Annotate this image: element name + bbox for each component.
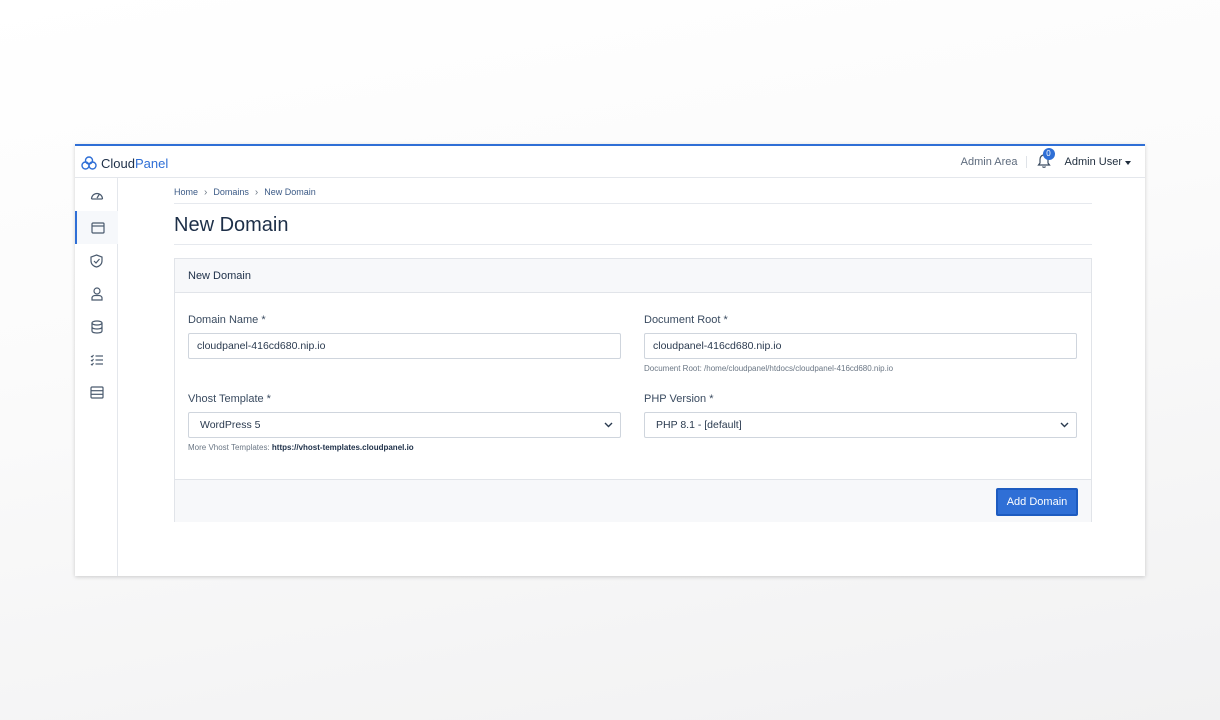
- chevron-right-icon: ›: [254, 186, 259, 198]
- user-menu-label: Admin User: [1064, 156, 1122, 168]
- new-domain-card: New Domain Domain Name * cloudpanel-416c…: [174, 258, 1092, 522]
- databases-icon: [90, 319, 103, 334]
- vhost-help-text: More Vhost Templates:: [188, 443, 270, 452]
- admin-area-link[interactable]: Admin Area: [961, 156, 1027, 168]
- app-window: CloudPanel Admin Area 0 Admin User Home …: [75, 144, 1145, 576]
- topbar-right: Admin Area 0 Admin User: [961, 148, 1131, 172]
- vhost-template-select[interactable]: WordPress 5: [188, 412, 621, 438]
- notifications-button[interactable]: 0: [1036, 148, 1055, 171]
- document-root-label: Document Root *: [644, 314, 728, 326]
- php-version-value: PHP 8.1 - [default]: [656, 419, 742, 431]
- logo-text-panel: Panel: [134, 155, 169, 171]
- logo-text-cloud: Cloud: [101, 155, 135, 171]
- cloud-logo-icon: [81, 156, 97, 170]
- sites-window-icon: [90, 221, 105, 234]
- breadcrumb: Home › Domains › New Domain: [174, 185, 316, 199]
- notification-badge: 0: [1042, 148, 1055, 160]
- domain-name-input[interactable]: cloudpanel-416cd680.nip.io: [188, 333, 621, 359]
- document-root-help: Document Root: /home/cloudpanel/htdocs/c…: [644, 364, 894, 373]
- vhost-template-value: WordPress 5: [200, 419, 261, 431]
- vhost-template-label: Vhost Template *: [188, 393, 271, 405]
- caret-down-icon: [1125, 160, 1131, 165]
- vhost-template-help: More Vhost Templates: https://vhost-temp…: [188, 443, 414, 452]
- page-title: New Domain: [174, 214, 289, 236]
- sidebar-item-dashboard[interactable]: [75, 178, 118, 211]
- topbar: CloudPanel Admin Area 0 Admin User: [75, 146, 1145, 178]
- divider: [174, 203, 1092, 204]
- sidebar: [75, 178, 118, 576]
- dashboard-gauge-icon: [90, 192, 103, 200]
- chevron-down-icon: [1060, 422, 1069, 428]
- php-version-label: PHP Version *: [644, 393, 714, 405]
- card-title: New Domain: [175, 259, 1091, 293]
- user-menu-button[interactable]: Admin User: [1065, 156, 1131, 168]
- sidebar-item-sites[interactable]: [75, 211, 118, 244]
- cloudpanel-logo[interactable]: CloudPanel: [81, 154, 168, 172]
- document-root-input[interactable]: cloudpanel-416cd680.nip.io: [644, 333, 1077, 359]
- server-storage-icon: [89, 386, 104, 399]
- domain-name-label: Domain Name *: [188, 314, 266, 326]
- breadcrumb-current: New Domain: [264, 187, 316, 197]
- sidebar-item-databases[interactable]: [75, 310, 118, 343]
- users-person-icon: [90, 286, 103, 301]
- divider: [174, 244, 1092, 245]
- vhost-templates-link[interactable]: https://vhost-templates.cloudpanel.io: [272, 443, 414, 452]
- breadcrumb-home[interactable]: Home: [174, 187, 198, 197]
- breadcrumb-domains[interactable]: Domains: [213, 187, 249, 197]
- chevron-right-icon: ›: [204, 186, 208, 198]
- security-shield-icon: [90, 253, 103, 268]
- tasks-list-icon: [90, 354, 103, 366]
- card-footer: Add Domain: [175, 479, 1091, 522]
- sidebar-item-server[interactable]: [75, 376, 118, 409]
- sidebar-item-tasks[interactable]: [75, 343, 118, 376]
- logo-text: CloudPanel: [101, 156, 168, 171]
- chevron-down-icon: [604, 422, 613, 428]
- sidebar-item-users[interactable]: [75, 277, 118, 310]
- sidebar-item-security[interactable]: [75, 244, 118, 277]
- add-domain-button[interactable]: Add Domain: [996, 488, 1078, 516]
- php-version-select[interactable]: PHP 8.1 - [default]: [644, 412, 1077, 438]
